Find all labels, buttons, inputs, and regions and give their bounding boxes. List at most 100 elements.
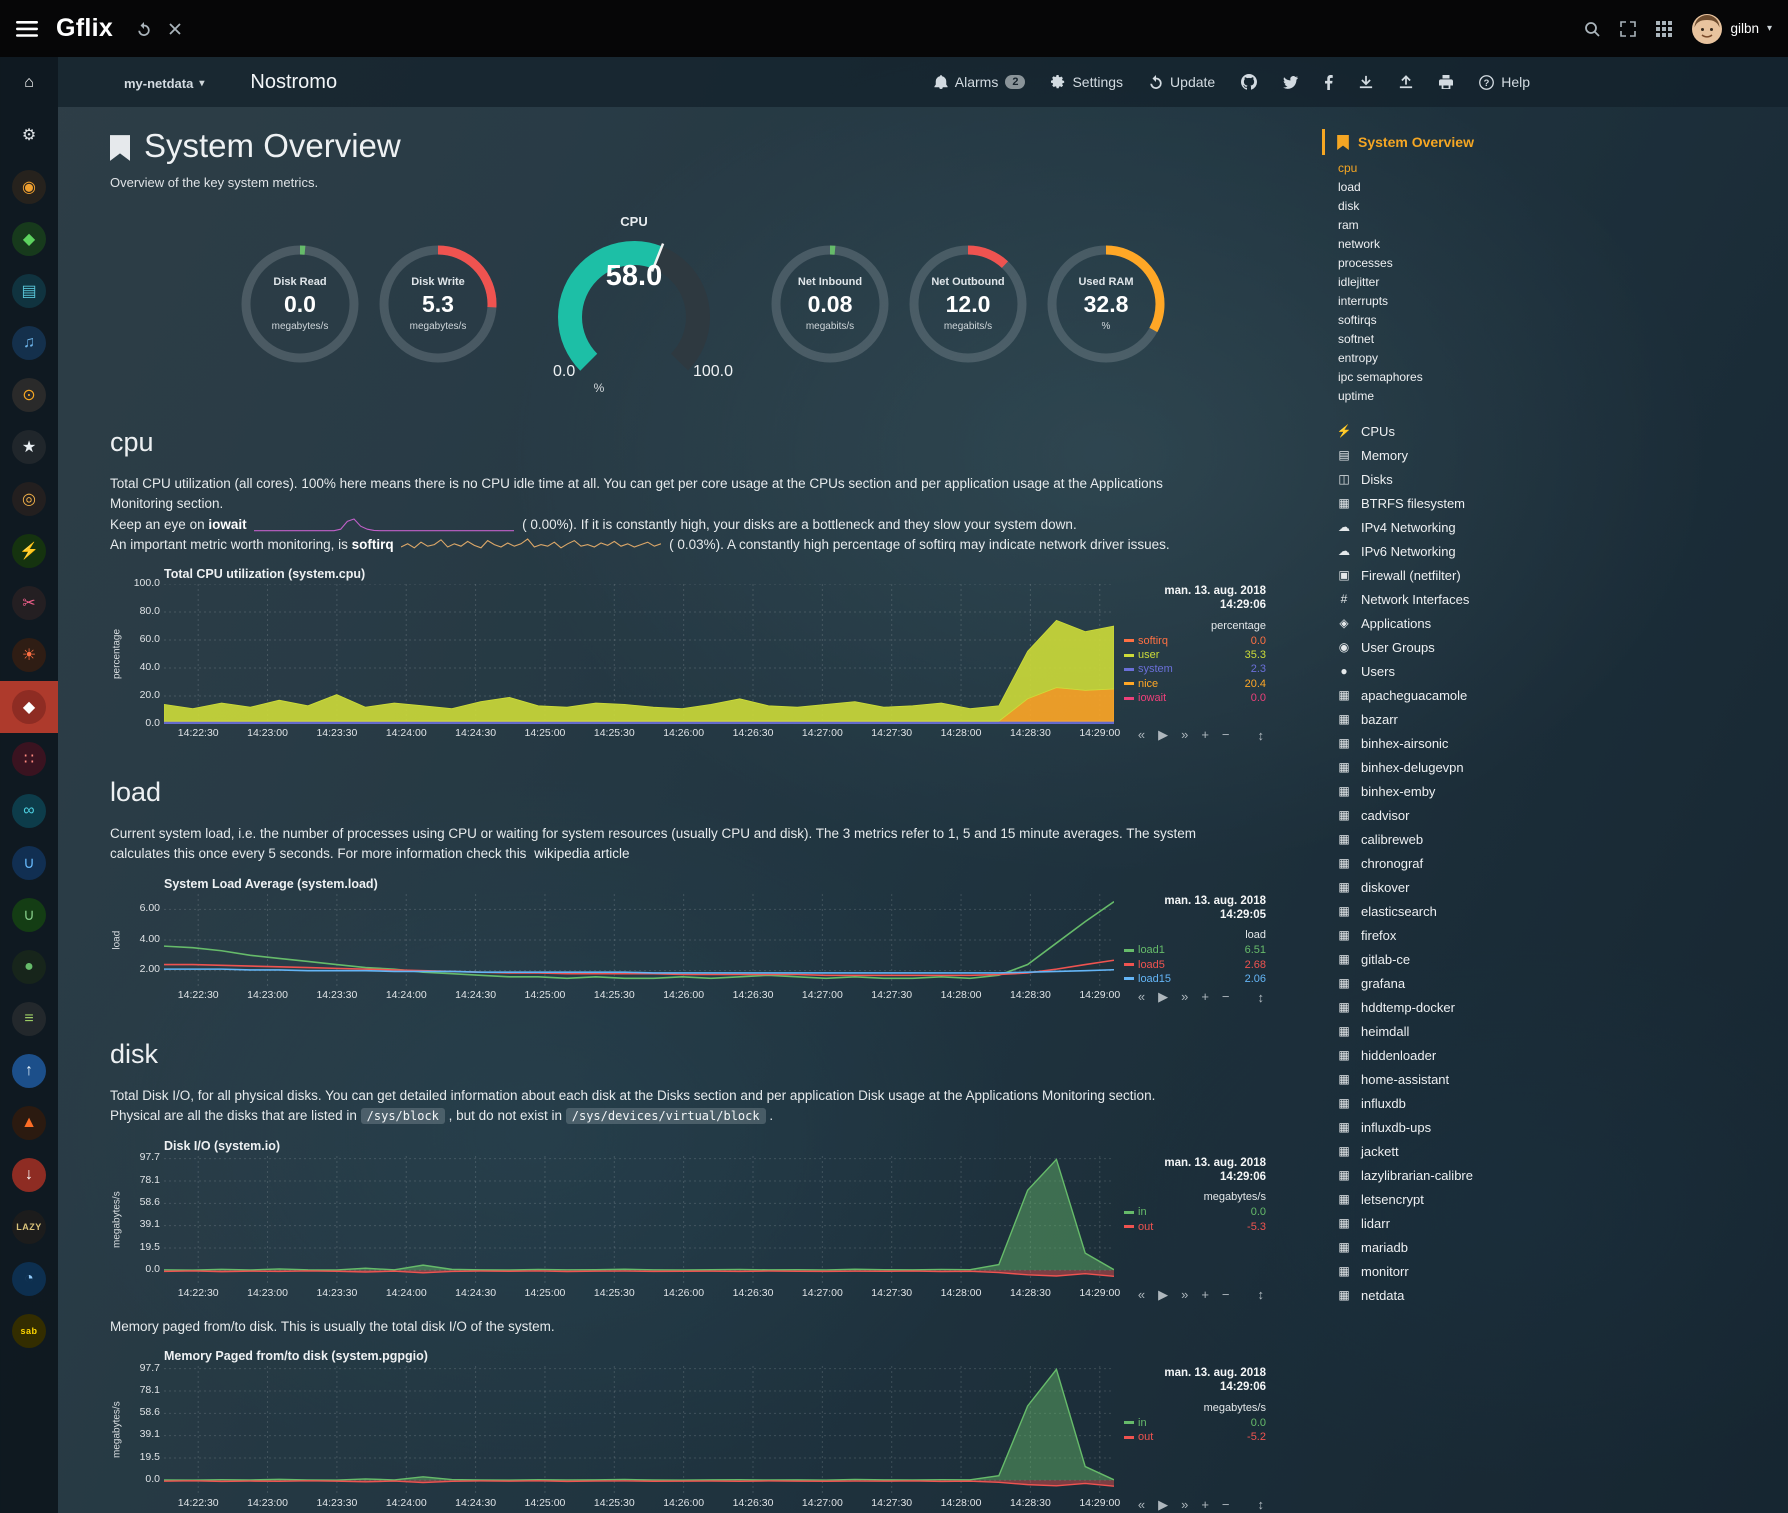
- toc-overview-item[interactable]: cpu: [1338, 158, 1788, 177]
- import-snapshot-button[interactable]: [1399, 75, 1413, 89]
- toc-overview-item[interactable]: uptime: [1338, 386, 1788, 405]
- legend-item-user[interactable]: user35.3: [1124, 648, 1266, 662]
- legend-item-load1[interactable]: load16.51: [1124, 943, 1266, 957]
- chart-play-button[interactable]: ▶: [1158, 727, 1168, 743]
- sidebar-app-icon-app-3[interactable]: ▤: [0, 265, 58, 317]
- export-snapshot-button[interactable]: [1359, 75, 1373, 89]
- toc-overview-item[interactable]: ram: [1338, 215, 1788, 234]
- sidebar-app-icon-app-18[interactable]: ↑: [0, 1045, 58, 1097]
- legend-item-load5[interactable]: load52.68: [1124, 958, 1266, 972]
- chart-zoom-out-button[interactable]: −: [1222, 1497, 1230, 1513]
- sidebar-app-icon-app-20[interactable]: ↓: [0, 1149, 58, 1201]
- sidebar-app-icon-app-14[interactable]: ∪: [0, 837, 58, 889]
- sidebar-app-icon-app-21[interactable]: LAZY: [0, 1201, 58, 1253]
- toc-overview-item[interactable]: interrupts: [1338, 291, 1788, 310]
- net-inbound-gauge[interactable]: Net Inbound0.08megabits/s: [768, 242, 892, 366]
- wikipedia-link[interactable]: wikipedia article: [534, 846, 629, 861]
- close-tab-button[interactable]: [169, 23, 181, 35]
- chart-pan-right-button[interactable]: »: [1181, 1287, 1188, 1303]
- toc-app-item[interactable]: ▦ monitorr: [1336, 1259, 1788, 1283]
- sidebar-app-icon-app-5[interactable]: ⊙: [0, 369, 58, 421]
- disk-read-gauge[interactable]: Disk Read0.0megabytes/s: [238, 242, 362, 366]
- chart-plot-area[interactable]: 2.004.006.0014:22:3014:23:0014:23:3014:2…: [164, 894, 1114, 986]
- chart-pan-left-button[interactable]: «: [1138, 727, 1145, 743]
- chart-zoom-in-button[interactable]: +: [1201, 1287, 1209, 1303]
- legend-item-out[interactable]: out-5.3: [1124, 1220, 1266, 1234]
- toc-section-item[interactable]: ◉ User Groups: [1336, 635, 1788, 659]
- toc-app-item[interactable]: ▦ hddtemp-docker: [1336, 995, 1788, 1019]
- sidebar-app-icon-app-7[interactable]: ◎: [0, 473, 58, 525]
- toc-section-item[interactable]: ◫ Disks: [1336, 467, 1788, 491]
- legend-item-system[interactable]: system2.3: [1124, 662, 1266, 676]
- hamburger-menu-button[interactable]: [16, 21, 38, 37]
- toc-app-item[interactable]: ▦ jackett: [1336, 1139, 1788, 1163]
- sidebar-app-icon-app-16[interactable]: ●: [0, 941, 58, 993]
- alarms-button[interactable]: Alarms 2: [934, 74, 1026, 90]
- chart-resize-handle[interactable]: ↕: [1258, 728, 1265, 743]
- toc-overview-item[interactable]: network: [1338, 234, 1788, 253]
- toc-app-item[interactable]: ▦ bazarr: [1336, 707, 1788, 731]
- settings-button[interactable]: Settings: [1051, 74, 1123, 90]
- search-icon[interactable]: [1584, 21, 1600, 37]
- user-menu[interactable]: gilbn ▾: [1692, 14, 1772, 44]
- sidebar-app-icon-app-13[interactable]: ∞: [0, 785, 58, 837]
- sidebar-app-icon-app-15[interactable]: ∪: [0, 889, 58, 941]
- toc-section-item[interactable]: ☁ IPv6 Networking: [1336, 539, 1788, 563]
- toc-app-item[interactable]: ▦ grafana: [1336, 971, 1788, 995]
- sidebar-app-icon-app-11[interactable]: ◆: [0, 681, 58, 733]
- toc-app-item[interactable]: ▦ letsencrypt: [1336, 1187, 1788, 1211]
- facebook-button[interactable]: [1324, 75, 1333, 90]
- toc-overview-item[interactable]: ipc semaphores: [1338, 367, 1788, 386]
- chart-pan-right-button[interactable]: »: [1181, 727, 1188, 743]
- toc-app-item[interactable]: ▦ influxdb-ups: [1336, 1115, 1788, 1139]
- toc-overview-item[interactable]: idlejitter: [1338, 272, 1788, 291]
- toc-app-item[interactable]: ▦ calibreweb: [1336, 827, 1788, 851]
- toc-app-item[interactable]: ▦ firefox: [1336, 923, 1788, 947]
- chart-plot-area[interactable]: 0.019.539.158.678.197.714:22:3014:23:001…: [164, 1156, 1114, 1284]
- chart-zoom-in-button[interactable]: +: [1201, 989, 1209, 1005]
- toc-section-item[interactable]: ▣ Firewall (netfilter): [1336, 563, 1788, 587]
- toc-app-item[interactable]: ▦ heimdall: [1336, 1019, 1788, 1043]
- sidebar-app-icon-settings[interactable]: ⚙: [0, 109, 58, 161]
- chart-pan-left-button[interactable]: «: [1138, 1287, 1145, 1303]
- sidebar-app-icon-app-22[interactable]: ◔: [0, 1253, 58, 1305]
- help-button[interactable]: ? Help: [1479, 74, 1530, 90]
- toc-section-item[interactable]: ◈ Applications: [1336, 611, 1788, 635]
- host-dropdown[interactable]: my-netdata ▾: [124, 76, 204, 91]
- chart-resize-handle[interactable]: ↕: [1258, 1497, 1265, 1512]
- legend-item-nice[interactable]: nice20.4: [1124, 677, 1266, 691]
- brand-title[interactable]: Gflix: [56, 14, 113, 43]
- toc-overview-item[interactable]: disk: [1338, 196, 1788, 215]
- toc-app-item[interactable]: ▦ netdata: [1336, 1283, 1788, 1307]
- sidebar-app-icon-app-2[interactable]: ◆: [0, 213, 58, 265]
- sidebar-app-icon-app-19[interactable]: ▲: [0, 1097, 58, 1149]
- net-outbound-gauge[interactable]: Net Outbound12.0megabits/s: [906, 242, 1030, 366]
- fullscreen-icon[interactable]: [1620, 21, 1636, 37]
- sidebar-app-icon-app-9[interactable]: ✂: [0, 577, 58, 629]
- sidebar-app-icon-app-10[interactable]: ☀: [0, 629, 58, 681]
- sidebar-app-icon-app-23[interactable]: sab: [0, 1305, 58, 1357]
- toc-overview-item[interactable]: load: [1338, 177, 1788, 196]
- toc-app-item[interactable]: ▦ elasticsearch: [1336, 899, 1788, 923]
- sidebar-app-icon-app-8[interactable]: ⚡: [0, 525, 58, 577]
- toc-section-item[interactable]: ▤ Memory: [1336, 443, 1788, 467]
- legend-item-in[interactable]: in0.0: [1124, 1205, 1266, 1219]
- chart-plot-area[interactable]: 0.020.040.060.080.0100.014:22:3014:23:00…: [164, 584, 1114, 724]
- toc-app-item[interactable]: ▦ lidarr: [1336, 1211, 1788, 1235]
- toc-overview-item[interactable]: entropy: [1338, 348, 1788, 367]
- sidebar-app-icon-home[interactable]: ⌂: [0, 57, 58, 109]
- chart-pan-right-button[interactable]: »: [1181, 989, 1188, 1005]
- toc-app-item[interactable]: ▦ hiddenloader: [1336, 1043, 1788, 1067]
- toc-app-item[interactable]: ▦ binhex-emby: [1336, 779, 1788, 803]
- toc-app-item[interactable]: ▦ diskover: [1336, 875, 1788, 899]
- chart-zoom-out-button[interactable]: −: [1222, 727, 1230, 743]
- chart-play-button[interactable]: ▶: [1158, 1497, 1168, 1513]
- print-button[interactable]: [1439, 75, 1453, 89]
- toc-app-item[interactable]: ▦ binhex-delugevpn: [1336, 755, 1788, 779]
- chart-play-button[interactable]: ▶: [1158, 1287, 1168, 1303]
- chart-zoom-out-button[interactable]: −: [1222, 989, 1230, 1005]
- sidebar-app-icon-app-17[interactable]: ≡: [0, 993, 58, 1045]
- chart-zoom-in-button[interactable]: +: [1201, 727, 1209, 743]
- chart-plot-area[interactable]: 0.019.539.158.678.197.714:22:3014:23:001…: [164, 1366, 1114, 1494]
- legend-item-load15[interactable]: load152.06: [1124, 972, 1266, 986]
